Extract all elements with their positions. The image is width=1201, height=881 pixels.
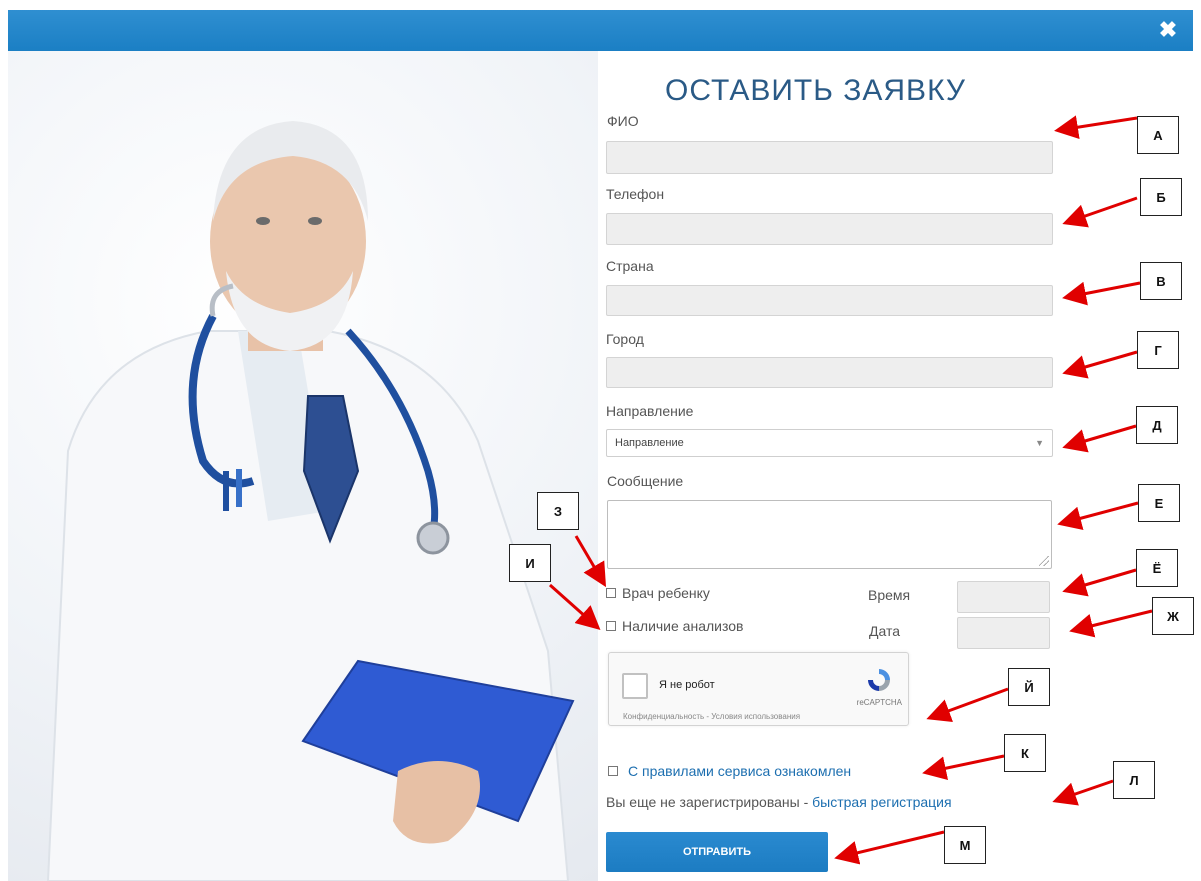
marker-zh: Ж — [1152, 597, 1194, 635]
arrow-zh — [1069, 609, 1153, 638]
arrow-i — [549, 583, 601, 630]
arrow-b — [1062, 196, 1138, 228]
arrow-d — [1062, 424, 1137, 453]
marker-d: Д — [1136, 406, 1178, 444]
arrow-e — [1057, 501, 1139, 530]
arrow-a — [1054, 115, 1138, 140]
arrow-v — [1062, 281, 1141, 306]
arrow-g — [1062, 350, 1138, 379]
marker-k: К — [1004, 734, 1046, 772]
arrow-yo — [1062, 568, 1137, 597]
marker-y: Й — [1008, 668, 1050, 706]
marker-m: М — [944, 826, 986, 864]
arrow-z — [574, 535, 607, 588]
arrow-k — [922, 754, 1005, 781]
marker-a: А — [1137, 116, 1179, 154]
marker-b: Б — [1140, 178, 1182, 216]
marker-g: Г — [1137, 331, 1179, 369]
marker-v: В — [1140, 262, 1182, 300]
arrow-y — [926, 687, 1009, 723]
marker-i: И — [509, 544, 551, 582]
marker-yo: Ё — [1136, 549, 1178, 587]
marker-l: Л — [1113, 761, 1155, 799]
arrow-m — [834, 830, 945, 865]
marker-z: З — [537, 492, 579, 530]
arrow-l — [1052, 779, 1114, 806]
marker-e: Е — [1138, 484, 1180, 522]
